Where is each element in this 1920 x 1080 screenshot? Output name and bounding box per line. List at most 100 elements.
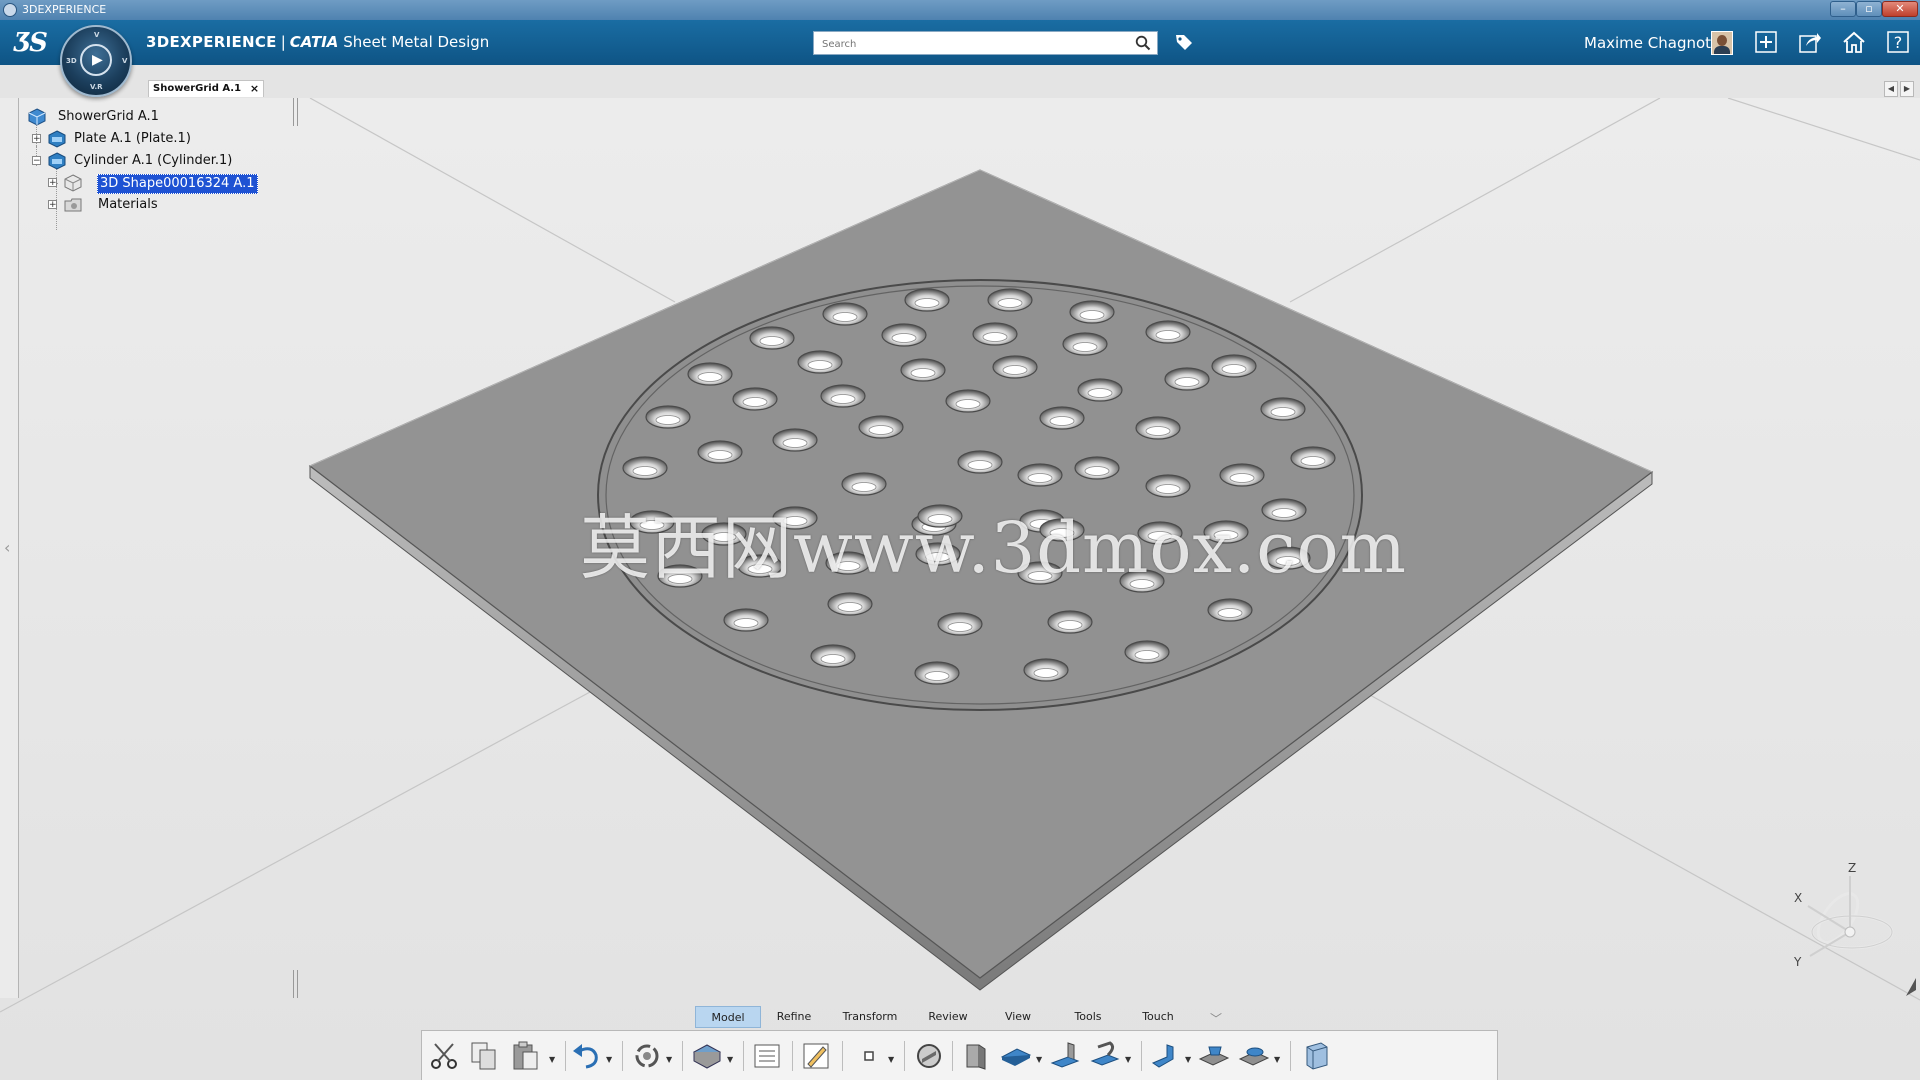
undo-button[interactable] [570,1039,606,1073]
help-button[interactable]: ? [1884,30,1912,56]
tab-tools[interactable]: Tools [1053,1006,1123,1028]
play-icon[interactable]: ▶ [92,53,103,67]
tab-scroll-right-icon[interactable]: ▶ [1900,81,1914,97]
tab-refine[interactable]: Refine [761,1006,827,1028]
minimize-button[interactable]: – [1830,1,1856,17]
left-collapse-panel[interactable]: ‹ [0,98,19,998]
drain-hole[interactable] [1135,416,1181,440]
drain-hole[interactable] [622,456,668,480]
drain-hole[interactable] [723,608,769,632]
compass-top-quadrant[interactable]: V [94,31,99,39]
tag-icon[interactable] [1174,32,1194,52]
flange-button[interactable] [1048,1039,1084,1073]
bend-button[interactable] [1149,1039,1185,1073]
drain-hole[interactable] [945,389,991,413]
share-button[interactable] [1796,30,1824,56]
update-button[interactable] [630,1039,666,1073]
emboss-dropdown-icon[interactable]: ▼ [1274,1055,1280,1064]
user-name[interactable]: Maxime Chagnot [1584,34,1711,52]
tab-transform[interactable]: Transform [827,1006,913,1028]
publish-button[interactable] [690,1039,726,1073]
compass-widget[interactable]: ▶ V 3D V V.R [60,25,132,97]
drain-hole[interactable] [858,415,904,439]
paste-button[interactable] [509,1039,545,1073]
maximize-button[interactable]: ▫ [1856,1,1882,17]
properties-button[interactable] [750,1039,786,1073]
expand-3d-shape-icon[interactable]: + [48,178,57,188]
drain-hole[interactable] [827,592,873,616]
add-button[interactable] [1752,30,1780,56]
user-avatar[interactable] [1711,31,1733,55]
tab-review[interactable]: Review [913,1006,983,1028]
tab-scroll-left-icon[interactable]: ◀ [1884,81,1898,97]
expand-materials-icon[interactable]: + [48,200,57,210]
drain-hole[interactable] [1047,610,1093,634]
search-input[interactable] [820,33,1124,55]
drain-hole[interactable] [1145,320,1191,344]
more-sections-chevron-down-icon[interactable]: ﹀ [1210,1010,1222,1027]
compass-bottom-quadrant[interactable]: V.R [90,83,103,91]
paste-dropdown-icon[interactable]: ▼ [549,1055,555,1064]
drain-hole[interactable] [914,661,960,685]
viewport-corner-arrow-icon[interactable] [1902,976,1918,998]
orientation-triad[interactable]: Z X Y [1780,860,1900,970]
expand-panel-icon[interactable]: ‹ [4,538,10,557]
drain-hole[interactable] [1039,406,1085,430]
drain-hole[interactable] [1207,598,1253,622]
drain-hole[interactable] [957,450,1003,474]
close-window-button[interactable]: ✕ [1882,1,1918,17]
update-dropdown-icon[interactable]: ▼ [666,1055,672,1064]
search-icon[interactable] [1135,35,1151,51]
collapse-cylinder-icon[interactable]: − [32,156,41,166]
expand-plate-icon[interactable]: + [32,134,41,144]
drain-hole[interactable] [1062,332,1108,356]
hem-button[interactable] [1088,1039,1124,1073]
compass-left-quadrant[interactable]: 3D [66,57,77,65]
drain-hole[interactable] [1260,397,1306,421]
home-button[interactable] [1840,30,1868,56]
drain-hole[interactable] [822,302,868,326]
undo-dropdown-icon[interactable]: ▼ [606,1055,612,1064]
drain-hole[interactable] [687,362,733,386]
drain-hole[interactable] [937,612,983,636]
drain-hole[interactable] [797,350,843,374]
drain-hole[interactable] [749,326,795,350]
hem-dropdown-icon[interactable]: ▼ [1125,1055,1131,1064]
close-tab-icon[interactable]: × [250,81,259,97]
sheet-metal-parameters-button[interactable] [912,1039,948,1073]
drain-hole[interactable] [772,428,818,452]
drain-hole[interactable] [810,644,856,668]
drain-hole[interactable] [972,322,1018,346]
stamp-button[interactable] [1197,1039,1233,1073]
drain-hole[interactable] [1211,354,1257,378]
sketch-button[interactable] [799,1039,835,1073]
drain-hole[interactable] [1069,300,1115,324]
bend-dropdown-icon[interactable]: ▼ [1185,1055,1191,1064]
tab-view[interactable]: View [983,1006,1053,1028]
drain-hole[interactable] [1124,640,1170,664]
drain-hole[interactable] [900,358,946,382]
compass-right-quadrant[interactable]: V [122,57,127,65]
drain-hole[interactable] [992,355,1038,379]
emboss-button[interactable] [1237,1039,1273,1073]
drain-hole[interactable] [1074,456,1120,480]
publish-dropdown-icon[interactable]: ▼ [727,1055,733,1064]
drain-hole[interactable] [1023,658,1069,682]
drain-hole[interactable] [1017,463,1063,487]
drain-hole[interactable] [732,387,778,411]
drain-hole[interactable] [987,288,1033,312]
drain-hole[interactable] [1219,463,1265,487]
drain-hole[interactable] [697,440,743,464]
drain-hole[interactable] [645,405,691,429]
tab-touch[interactable]: Touch [1123,1006,1193,1028]
plate-dropdown-icon[interactable]: ▼ [1036,1055,1042,1064]
tree-resize-handle-top[interactable] [293,98,298,126]
drain-hole[interactable] [1077,378,1123,402]
tab-showergrid[interactable]: ShowerGrid A.1 × [148,80,265,97]
tree-resize-handle-bottom[interactable] [293,970,298,998]
drain-hole[interactable] [1290,446,1336,470]
cut-button[interactable] [427,1039,463,1073]
drain-hole[interactable] [1164,367,1210,391]
point-button[interactable] [852,1039,888,1073]
copy-button[interactable] [467,1039,503,1073]
